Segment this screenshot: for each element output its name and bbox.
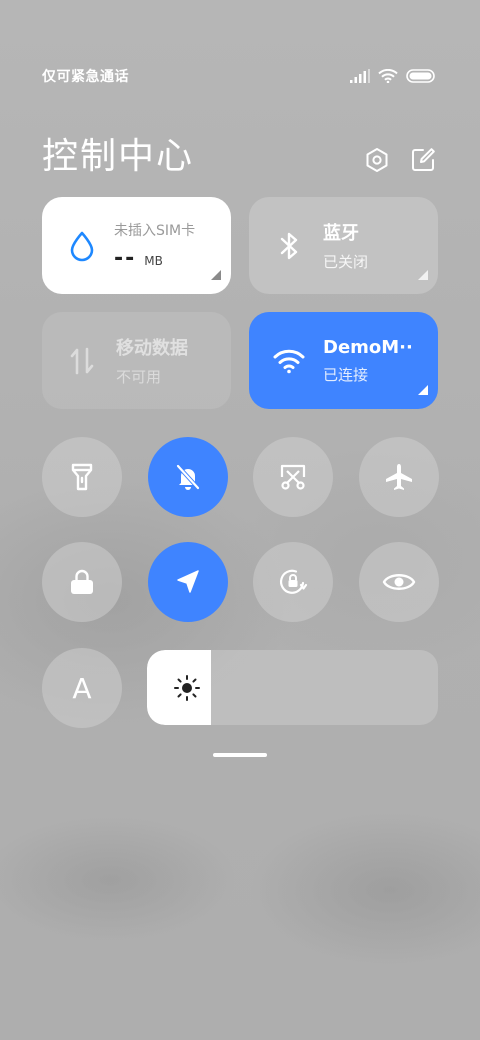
- scissors-icon: [280, 464, 306, 490]
- data-usage-value-row: -- MB: [114, 246, 195, 271]
- settings-button[interactable]: [364, 147, 390, 173]
- lock-screen-toggle[interactable]: [42, 542, 122, 622]
- mobile-data-arrows-icon: [64, 343, 100, 379]
- airplane-icon: [386, 464, 412, 490]
- carrier-text: 仅可紧急通话: [42, 69, 129, 85]
- wifi-tile[interactable]: DemoM·· 已连接: [249, 312, 438, 409]
- edit-button[interactable]: [410, 147, 436, 173]
- wifi-text: DemoM·· 已连接: [323, 337, 413, 385]
- status-icons: [350, 69, 436, 83]
- location-toggle[interactable]: [148, 542, 228, 622]
- sim-status-label: 未插入SIM卡: [114, 223, 196, 239]
- bell-off-icon: [176, 464, 200, 490]
- lock-icon: [71, 569, 93, 594]
- edit-icon: [412, 148, 435, 171]
- airplane-mode-toggle[interactable]: [359, 437, 439, 517]
- data-usage-unit: MB: [144, 254, 163, 268]
- wifi-icon: [271, 343, 307, 379]
- sun-icon: [174, 675, 200, 701]
- status-bar: 仅可紧急通话: [42, 64, 436, 88]
- flashlight-icon: [71, 463, 93, 491]
- page-title: 控制中心: [42, 136, 195, 177]
- bluetooth-text: 蓝牙 已关闭: [323, 219, 368, 272]
- data-usage-tile[interactable]: 未插入SIM卡 -- MB: [42, 197, 231, 294]
- mute-toggle[interactable]: [148, 437, 228, 517]
- bluetooth-label: 蓝牙: [323, 223, 359, 244]
- expand-corner: [418, 385, 428, 395]
- mobile-data-text: 移动数据 不可用: [116, 334, 188, 387]
- expand-corner: [211, 270, 221, 280]
- wifi-status-icon: [378, 69, 398, 83]
- battery-icon: [406, 69, 435, 83]
- control-center-header: 控制中心: [42, 128, 436, 178]
- signal-icon: [350, 69, 370, 83]
- header-actions: [364, 147, 436, 173]
- bluetooth-icon: [271, 228, 307, 264]
- reading-mode-toggle[interactable]: [359, 542, 439, 622]
- rotate-lock-icon: [279, 569, 308, 594]
- bluetooth-tile[interactable]: 蓝牙 已关闭: [249, 197, 438, 294]
- auto-rotate-toggle[interactable]: [253, 542, 333, 622]
- settings-hexagon-icon: [366, 148, 388, 172]
- wifi-network-name: DemoM··: [323, 336, 413, 358]
- data-usage-text: 未插入SIM卡 -- MB: [114, 220, 195, 271]
- wifi-state: 已连接: [323, 365, 369, 384]
- location-arrow-icon: [177, 570, 199, 593]
- mobile-data-state: 不可用: [116, 368, 162, 386]
- auto-brightness-toggle[interactable]: A: [42, 648, 122, 728]
- bluetooth-state: 已关闭: [323, 253, 369, 271]
- eye-icon: [382, 574, 416, 590]
- brightness-slider[interactable]: [147, 650, 438, 725]
- auto-brightness-letter: A: [72, 671, 92, 705]
- expand-corner: [418, 270, 428, 280]
- mobile-data-tile[interactable]: 移动数据 不可用: [42, 312, 231, 409]
- mobile-data-label: 移动数据: [116, 338, 188, 359]
- flashlight-toggle[interactable]: [42, 437, 122, 517]
- data-usage-value: --: [114, 246, 137, 271]
- water-drop-icon: [64, 228, 100, 264]
- collapse-handle[interactable]: [213, 753, 267, 757]
- screenshot-toggle[interactable]: [253, 437, 333, 517]
